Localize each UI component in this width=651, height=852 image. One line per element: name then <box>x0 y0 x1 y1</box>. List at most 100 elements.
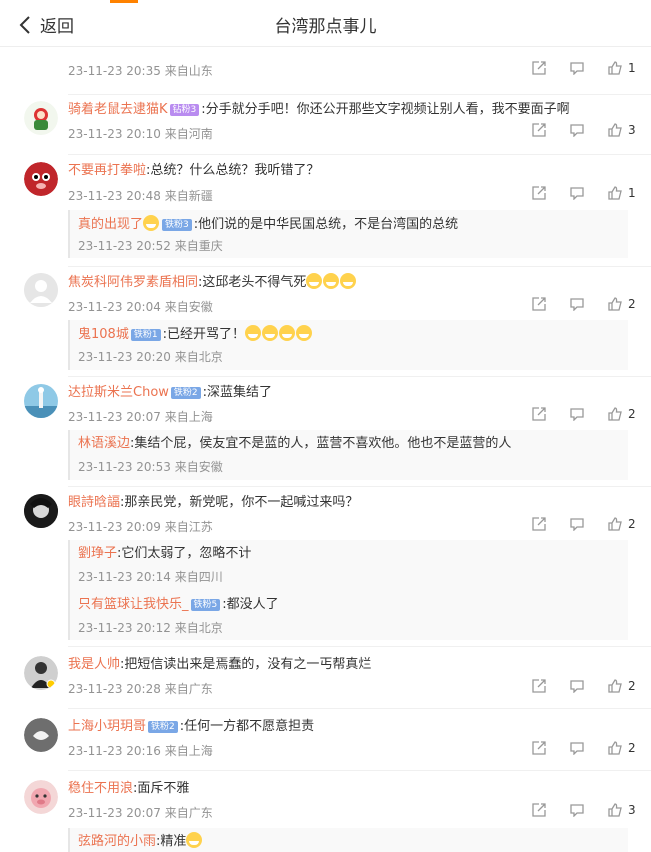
comment-text: 稳住不用浪:面斥不雅 <box>68 780 189 798</box>
like-button[interactable]: 1 <box>608 61 636 75</box>
divider <box>68 376 651 377</box>
comment-meta: 23-11-23 20:09 来自江苏 <box>68 520 213 534</box>
comment-icon <box>570 742 584 755</box>
username-link[interactable]: 上海小玥玥哥 <box>68 719 146 734</box>
comment-button[interactable] <box>570 517 584 531</box>
comment-item: 上海小玥玥哥 铁粉2:任何一方都不愿意担责 23-11-23 20:16 来自上海… <box>0 716 651 772</box>
like-button[interactable]: 2 <box>608 679 636 693</box>
username-link[interactable]: 稳住不用浪 <box>68 781 133 796</box>
like-button[interactable]: 3 <box>608 123 636 137</box>
top-bar: 返回 台湾那点事儿 <box>0 0 651 47</box>
username-link[interactable]: 眼詩晗諨 <box>68 495 120 510</box>
divider <box>68 646 651 647</box>
username-link[interactable]: 弦路河的小雨 <box>78 834 156 849</box>
share-icon <box>532 186 546 200</box>
comment-text: 不要再打拳啦:总统？什么总统？我听错了？ <box>68 162 319 180</box>
grin-emoji-icon <box>278 325 295 341</box>
comment-actions: 1 <box>532 186 650 200</box>
like-icon <box>608 803 622 817</box>
reply-text: 只有篮球让我快乐_ 铁粉5:都没人了 <box>78 597 279 612</box>
avatar[interactable] <box>24 162 58 196</box>
reply-meta: 23-11-23 20:20 来自北京 <box>78 350 223 364</box>
avatar[interactable] <box>24 780 58 814</box>
comment-item: 不要再打拳啦:总统？什么总统？我听错了？ 23-11-23 20:48 来自新疆… <box>0 160 651 270</box>
comment-icon <box>570 408 584 421</box>
avatar[interactable] <box>24 718 58 752</box>
comment-button[interactable] <box>570 679 584 693</box>
username-link[interactable]: 骑着老鼠去逮猫K <box>68 102 168 117</box>
share-button[interactable] <box>532 679 546 693</box>
like-button[interactable]: 2 <box>608 517 636 531</box>
username-link[interactable]: 林语溪边 <box>78 436 130 451</box>
share-button[interactable] <box>532 123 546 137</box>
fan-badge: 铁粉3 <box>162 219 192 231</box>
share-button[interactable] <box>532 741 546 755</box>
like-button[interactable]: 2 <box>608 741 636 755</box>
comment-text: 眼詩晗諨:那亲民党，新党呢，你不一起喊过来吗？ <box>68 494 358 512</box>
comment-meta: 23-11-23 20:48 来自新疆 <box>68 189 213 203</box>
like-button[interactable]: 2 <box>608 407 636 421</box>
tab-indicator <box>110 0 138 3</box>
share-icon <box>532 741 546 755</box>
username-link[interactable]: 焦炭科阿伟罗素盾相同 <box>68 275 198 290</box>
avatar[interactable] <box>24 494 58 528</box>
username-link[interactable]: 我是人帅 <box>68 657 120 672</box>
username-link[interactable]: 鬼108城 <box>78 327 129 342</box>
share-icon <box>532 803 546 817</box>
comment-button[interactable] <box>570 186 584 200</box>
username-link[interactable]: 劉琤子 <box>78 546 117 561</box>
like-icon <box>608 741 622 755</box>
like-icon <box>608 517 622 531</box>
avatar[interactable] <box>24 101 58 135</box>
comment-text: 我是人帅:把短信读出来是焉蠢的，没有之一丐帮真烂 <box>68 656 371 674</box>
grin-emoji-icon <box>261 325 278 341</box>
share-button[interactable] <box>532 186 546 200</box>
avatar[interactable] <box>24 656 58 690</box>
comment-button[interactable] <box>570 803 584 817</box>
comment-item: 稳住不用浪:面斥不雅 23-11-23 20:07 来自广东 3 弦路河的小雨:… <box>0 778 651 852</box>
comment-button[interactable] <box>570 123 584 137</box>
laugh-emoji-icon <box>340 273 357 289</box>
comment-button[interactable] <box>570 61 584 75</box>
like-icon <box>608 407 622 421</box>
share-button[interactable] <box>532 407 546 421</box>
comment-meta: 23-11-23 20:10 来自河南 <box>68 127 213 141</box>
username-link[interactable]: 达拉斯米兰Chow <box>68 385 169 400</box>
grin-emoji-icon <box>186 832 203 848</box>
username-link[interactable]: 真的出现了 <box>78 217 143 232</box>
comment-content: :那亲民党，新党呢，你不一起喊过来吗？ <box>120 495 359 510</box>
username-link[interactable]: 不要再打拳啦 <box>68 163 146 178</box>
comment-meta: 23-11-23 20:04 来自安徽 <box>68 300 213 314</box>
comment-button[interactable] <box>570 741 584 755</box>
reply-text: 真的出现了 铁粉3:他们说的是中华民国总统，不是台湾国的总统 <box>78 215 459 232</box>
like-button[interactable]: 1 <box>608 186 636 200</box>
emoji-icon <box>143 215 160 231</box>
laugh-emoji-icon <box>323 273 340 289</box>
like-button[interactable]: 3 <box>608 803 636 817</box>
comment-item: 我是人帅:把短信读出来是焉蠢的，没有之一丐帮真烂 23-11-23 20:28 … <box>0 654 651 710</box>
share-icon <box>532 407 546 421</box>
comment-text: 达拉斯米兰Chow 铁粉2:深蓝集结了 <box>68 384 272 402</box>
reply-meta: 23-11-23 20:52 来自重庆 <box>78 239 223 253</box>
comment-actions: 1 <box>532 61 650 75</box>
reply-box: 真的出现了 铁粉3:他们说的是中华民国总统，不是台湾国的总统 23-11-23 2… <box>68 210 628 258</box>
comment-button[interactable] <box>570 407 584 421</box>
avatar[interactable] <box>24 273 58 307</box>
avatar[interactable] <box>24 384 58 418</box>
comment-actions: 2 <box>532 297 650 311</box>
share-button[interactable] <box>532 803 546 817</box>
like-button[interactable]: 2 <box>608 297 636 311</box>
fan-badge: 铁粉2 <box>148 721 178 733</box>
username-link[interactable]: 只有篮球让我快乐_ <box>78 597 189 612</box>
comment-content: :分手就分手吧！你还公开那些文字视频让别人看，我不要面子啊 <box>201 102 570 117</box>
share-icon <box>532 517 546 531</box>
comment-button[interactable] <box>570 297 584 311</box>
share-button[interactable] <box>532 517 546 531</box>
comment-content: :把短信读出来是焉蠢的，没有之一丐帮真烂 <box>120 657 372 672</box>
comment-item: 23-11-23 20:35 来自山东 1 <box>0 48 651 98</box>
share-button[interactable] <box>532 297 546 311</box>
share-button[interactable] <box>532 61 546 75</box>
reply-meta: 23-11-23 20:53 来自安徽 <box>78 460 223 474</box>
share-icon <box>532 61 546 75</box>
comment-item: 焦炭科阿伟罗素盾相同:这邱老头不得气死 23-11-23 20:04 来自安徽 … <box>0 271 651 381</box>
